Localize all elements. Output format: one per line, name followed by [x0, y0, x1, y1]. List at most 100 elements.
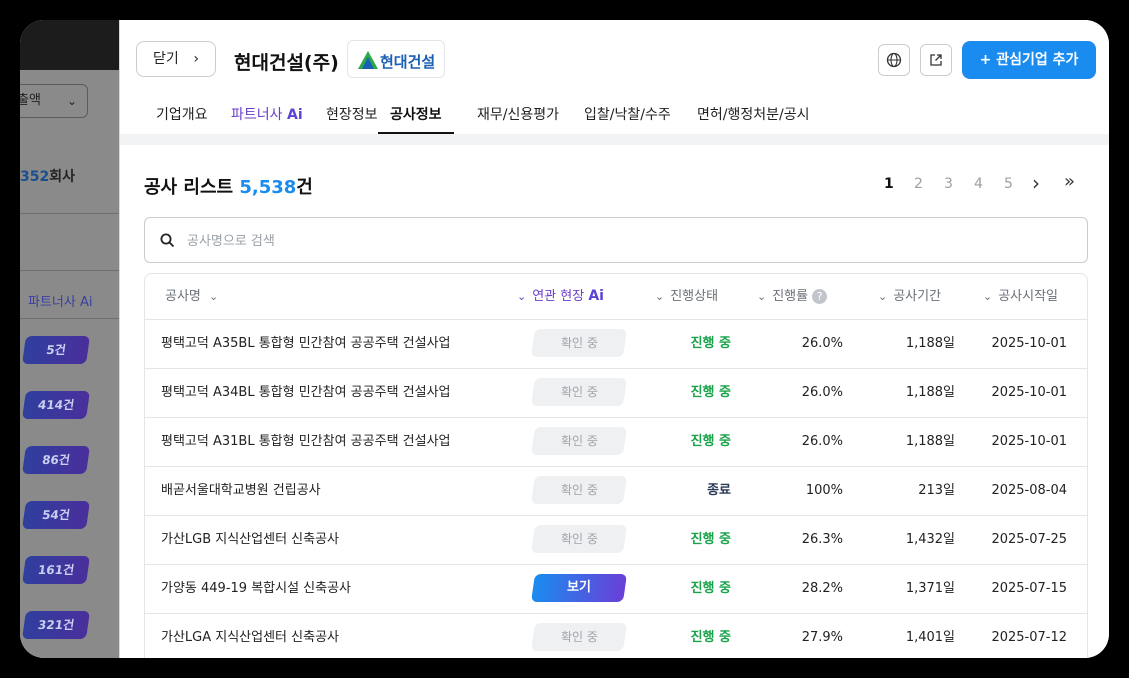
table-row[interactable]: 평택고덕 A35BL 통합형 민간참여 공공주택 건설사업 확인 중 진행 중 … [145, 319, 1087, 369]
page-3[interactable]: 3 [944, 176, 953, 192]
add-interest-company-button[interactable]: + 관심기업 추가 [962, 41, 1096, 79]
row-start-date: 2025-10-01 [991, 385, 1067, 400]
globe-button[interactable] [878, 44, 910, 76]
row-period: 1,401일 [905, 630, 955, 645]
page-4[interactable]: 4 [974, 176, 983, 192]
related-site-label: 확인 중 [560, 385, 598, 399]
row-start-date: 2025-08-04 [991, 483, 1067, 498]
page-5[interactable]: 5 [1004, 176, 1013, 192]
search-input[interactable] [185, 229, 1069, 253]
row-name: 평택고덕 A31BL 통합형 민간참여 공공주택 건설사업 [161, 434, 451, 449]
background-sort-label: 출액 [20, 93, 41, 108]
background-partner-pill: 86건 [22, 446, 90, 474]
col-start-label: 공사시작일 [998, 289, 1059, 304]
view-button-label: 보기 [567, 580, 591, 595]
row-progress: 100% [805, 483, 843, 498]
list-title-text: 공사 리스트 [144, 177, 234, 198]
tab-site-info[interactable]: 현장정보 [326, 98, 378, 132]
background-count-number: 352 [20, 169, 50, 185]
row-period: 213일 [918, 483, 955, 498]
row-progress: 27.9% [801, 630, 843, 645]
chevron-down-icon: ⌄ [757, 290, 767, 303]
company-logo: 현대건설 [347, 40, 445, 78]
tab-construction-info[interactable]: 공사정보 [378, 98, 454, 134]
last-page-icon[interactable]: » [1064, 171, 1075, 192]
row-name: 평택고덕 A34BL 통합형 민간참여 공공주택 건설사업 [161, 385, 451, 400]
background-partner-pill: 54건 [22, 501, 90, 529]
screen: 출액 ⌄ 352회사 파트너사 Ai 5건 414건 86건 54건 161건 … [20, 20, 1109, 658]
row-progress: 26.0% [801, 336, 843, 351]
row-status: 진행 중 [690, 532, 731, 547]
row-start-date: 2025-10-01 [991, 336, 1067, 351]
table-row[interactable]: 가양동 449-19 복합시설 신축공사 보기 진행 중 28.2% 1,371… [145, 564, 1087, 614]
chevron-down-icon: ⌄ [66, 94, 77, 108]
table-row[interactable]: 평택고덕 A31BL 통합형 민간참여 공공주택 건설사업 확인 중 진행 중 … [145, 417, 1087, 467]
col-period-label: 공사기간 [893, 289, 942, 304]
row-progress: 28.2% [801, 581, 843, 596]
related-site-chip: 확인 중 [531, 525, 627, 553]
background-sort-dropdown: 출액 ⌄ [20, 84, 88, 118]
row-period: 1,188일 [905, 434, 955, 449]
col-related-label: 연관 현장 [532, 289, 585, 304]
row-period: 1,371일 [905, 581, 955, 596]
col-name-label: 공사명 [165, 289, 201, 304]
table-row[interactable]: 가산LGB 지식산업센터 신축공사 확인 중 진행 중 26.3% 1,432일… [145, 515, 1087, 565]
divider [20, 270, 120, 271]
col-start-date[interactable]: ⌄ 공사시작일 [983, 274, 1058, 319]
list-count-suffix: 건 [296, 177, 313, 198]
background-partner-pill: 5건 [22, 336, 90, 364]
row-start-date: 2025-10-01 [991, 434, 1067, 449]
chevron-down-icon: ⌄ [655, 290, 665, 303]
related-site-label: 확인 중 [560, 336, 598, 350]
tab-overview[interactable]: 기업개요 [156, 98, 208, 132]
view-related-site-button[interactable]: 보기 [531, 574, 627, 602]
page-2[interactable]: 2 [914, 176, 923, 192]
close-button-label: 닫기 [153, 51, 179, 67]
tab-partners-ai-badge: Ai [286, 107, 303, 123]
table-row[interactable]: 가산LGA 지식산업센터 신축공사 확인 중 진행 중 27.9% 1,401일… [145, 613, 1087, 658]
chevron-down-icon: ⌄ [878, 290, 888, 303]
table-header: 공사명 ⌄ ⌄ 연관 현장 Ai ⌄ 진행상태 ⌄ 진행률? ⌄ 공사기간 ⌄ 공사시작일 [145, 274, 1087, 320]
background-partner-pill: 321건 [22, 611, 90, 639]
tab-partners[interactable]: 파트너사 Ai [231, 98, 303, 132]
row-name: 가산LGA 지식산업센터 신축공사 [161, 630, 339, 645]
divider [20, 213, 120, 214]
background-partner-pill: 414건 [22, 391, 90, 419]
related-site-chip: 확인 중 [531, 623, 627, 651]
page-1[interactable]: 1 [884, 176, 894, 192]
related-site-label: 확인 중 [560, 483, 598, 497]
row-progress: 26.0% [801, 385, 843, 400]
table-row[interactable]: 배곧서울대학교병원 건립공사 확인 중 종료 100% 213일 2025-08… [145, 466, 1087, 516]
list-title: 공사 리스트 5,538건 [144, 173, 313, 199]
col-progress-label: 진행률 [772, 289, 809, 304]
col-related-site[interactable]: ⌄ 연관 현장 Ai [517, 274, 604, 319]
chevron-down-icon: ⌄ [209, 290, 219, 303]
logo-text: 현대건설 [380, 53, 436, 71]
list-count: 5,538 [239, 177, 297, 198]
tab-finance-credit[interactable]: 재무/신용평가 [477, 98, 559, 132]
related-site-chip: 확인 중 [531, 427, 627, 455]
help-icon[interactable]: ? [812, 289, 828, 304]
col-status[interactable]: ⌄ 진행상태 [655, 274, 718, 319]
device-frame: 출액 ⌄ 352회사 파트너사 Ai 5건 414건 86건 54건 161건 … [0, 0, 1129, 678]
table-row[interactable]: 평택고덕 A34BL 통합형 민간참여 공공주택 건설사업 확인 중 진행 중 … [145, 368, 1087, 418]
row-name: 가산LGB 지식산업센터 신축공사 [161, 532, 340, 547]
search-box [144, 217, 1088, 263]
related-site-label: 확인 중 [560, 532, 598, 546]
row-status: 종료 [707, 483, 731, 498]
close-button[interactable]: 닫기 › [136, 41, 216, 77]
col-name[interactable]: 공사명 ⌄ [165, 274, 224, 319]
background-company-count: 352회사 [20, 166, 75, 186]
col-period[interactable]: ⌄ 공사기간 [878, 274, 941, 319]
row-name: 평택고덕 A35BL 통합형 민간참여 공공주택 건설사업 [161, 336, 451, 351]
col-progress[interactable]: ⌄ 진행률? [757, 274, 828, 319]
open-new-window-button[interactable] [920, 44, 952, 76]
tab-bidding[interactable]: 입찰/낙찰/수주 [584, 98, 671, 132]
row-progress: 26.0% [801, 434, 843, 449]
next-page-icon[interactable]: › [1032, 171, 1040, 195]
company-name: 현대건설(주) [234, 52, 339, 74]
tab-license[interactable]: 면허/행정처분/공시 [697, 98, 809, 132]
row-status: 진행 중 [690, 336, 731, 351]
row-progress: 26.3% [801, 532, 843, 547]
search-icon [160, 233, 175, 248]
